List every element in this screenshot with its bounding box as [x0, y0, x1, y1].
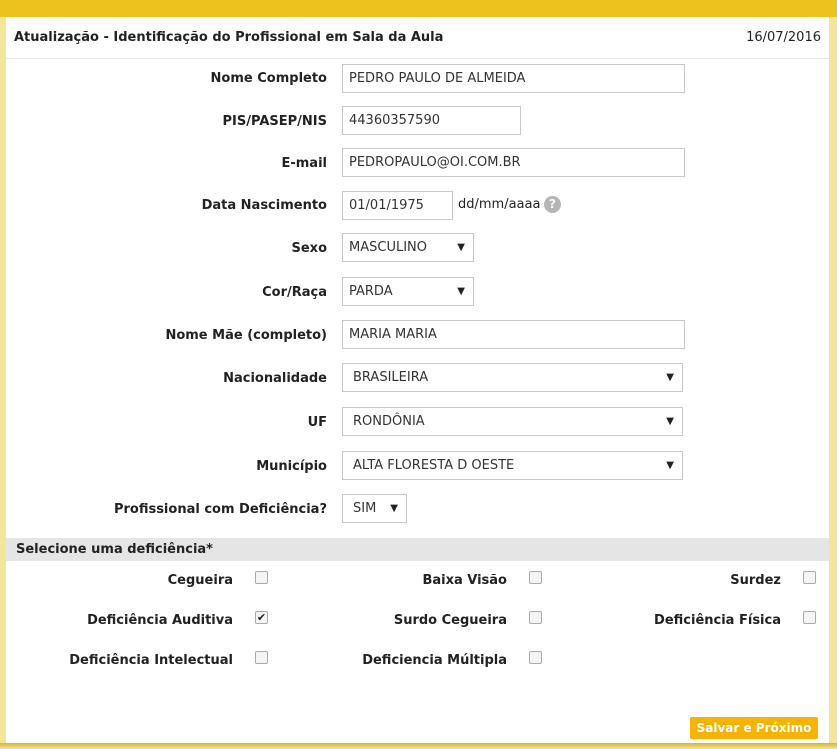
uf-label: UF [307, 415, 327, 430]
deficiencia-select[interactable]: SIM ▼ [342, 494, 407, 523]
chevron-down-icon: ▼ [666, 460, 674, 471]
deficiencia-multipla-checkbox[interactable] [529, 651, 542, 664]
section-title: Selecione uma deficiência* [16, 542, 213, 557]
deficiencia-fisica-checkbox[interactable] [803, 611, 816, 624]
surdez-label: Surdez [730, 573, 781, 588]
page-title: Atualização - Identificação do Profissio… [14, 30, 444, 45]
deficiencia-fisica-label: Deficiência Física [654, 613, 781, 628]
pis-label: PIS/PASEP/NIS [222, 114, 327, 129]
sexo-select[interactable]: MASCULINO ▼ [342, 233, 474, 262]
email-label: E-mail [281, 156, 327, 171]
deficiencia-value: SIM [353, 501, 377, 516]
baixa-visao-label: Baixa Visão [422, 573, 507, 588]
form-panel: Atualização - Identificação do Profissio… [6, 17, 829, 743]
deficiencia-auditiva-checkbox[interactable]: ✔ [255, 611, 268, 624]
cor-select[interactable]: PARDA ▼ [342, 277, 474, 306]
surdo-cegueira-checkbox[interactable] [529, 611, 542, 624]
mae-input[interactable]: MARIA MARIA [342, 320, 685, 349]
nacionalidade-value: BRASILEIRA [353, 370, 429, 385]
nacionalidade-label: Nacionalidade [223, 371, 327, 386]
email-input[interactable]: PEDROPAULO@OI.COM.BR [342, 148, 685, 177]
nacionalidade-select[interactable]: BRASILEIRA ▼ [342, 363, 683, 392]
chevron-down-icon: ▼ [390, 503, 398, 514]
nascimento-label: Data Nascimento [201, 198, 327, 213]
sexo-value: MASCULINO [349, 240, 427, 255]
surdo-cegueira-label: Surdo Cegueira [393, 613, 507, 628]
deficiencia-multipla-label: Deficiencia Múltipla [362, 653, 507, 668]
municipio-select[interactable]: ALTA FLORESTA D OESTE ▼ [342, 451, 683, 480]
chevron-down-icon: ▼ [666, 372, 674, 383]
cor-label: Cor/Raça [262, 285, 327, 300]
help-icon[interactable]: ? [544, 196, 561, 213]
nome-label: Nome Completo [210, 71, 327, 86]
deficiencia-intelectual-label: Deficiência Intelectual [69, 653, 233, 668]
date-format-hint: dd/mm/aaaa [458, 197, 541, 212]
deficiencia-section-header: Selecione uma deficiência* [6, 538, 829, 561]
mae-label: Nome Mãe (completo) [165, 328, 327, 343]
cegueira-label: Cegueira [167, 573, 233, 588]
municipio-label: Município [256, 459, 327, 474]
nome-input[interactable]: PEDRO PAULO DE ALMEIDA [342, 64, 685, 93]
baixa-visao-checkbox[interactable] [529, 571, 542, 584]
sexo-label: Sexo [291, 241, 328, 256]
deficiencia-intelectual-checkbox[interactable] [255, 651, 268, 664]
cor-value: PARDA [349, 284, 393, 299]
save-next-button[interactable]: Salvar e Próximo [690, 717, 818, 739]
chevron-down-icon: ▼ [457, 242, 465, 253]
nascimento-input[interactable]: 01/01/1975 [342, 191, 453, 220]
current-date: 16/07/2016 [746, 30, 821, 45]
surdez-checkbox[interactable] [803, 571, 816, 584]
chevron-down-icon: ▼ [666, 416, 674, 427]
chevron-down-icon: ▼ [457, 286, 465, 297]
uf-select[interactable]: RONDÔNIA ▼ [342, 407, 683, 436]
top-accent-bar [0, 0, 837, 17]
deficiencia-label: Profissional com Deficiência? [113, 502, 327, 517]
panel-header: Atualização - Identificação do Profissio… [6, 17, 829, 59]
panel-bottom-shadow [0, 743, 837, 749]
deficiencia-auditiva-label: Deficiência Auditiva [87, 613, 233, 628]
uf-value: RONDÔNIA [353, 414, 425, 429]
pis-input[interactable]: 44360357590 [342, 106, 521, 135]
cegueira-checkbox[interactable] [255, 571, 268, 584]
municipio-value: ALTA FLORESTA D OESTE [353, 458, 515, 473]
